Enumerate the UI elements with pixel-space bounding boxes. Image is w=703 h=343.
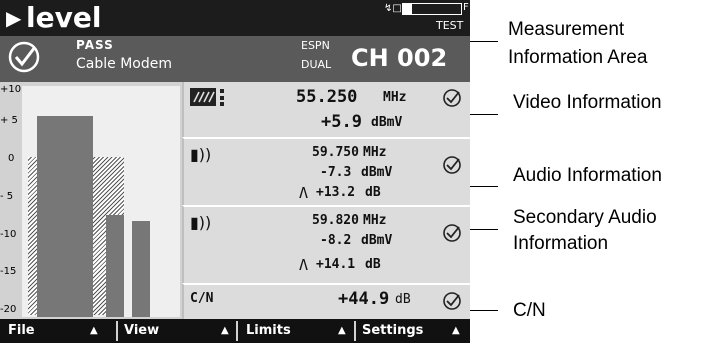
- callout-audio: Audio Information: [513, 165, 662, 186]
- y-tick-label: 0: [8, 153, 15, 164]
- sap-level: -8.2: [320, 233, 352, 248]
- audio-delta-unit: dB: [365, 185, 381, 200]
- callout-leader: [470, 186, 498, 187]
- test-label: TEST: [436, 19, 464, 32]
- sap-delta: +14.1: [316, 257, 356, 272]
- pass-check-icon: [8, 41, 40, 73]
- sap-frequency-unit: MHz: [363, 213, 387, 228]
- audio-frequency-unit: MHz: [363, 145, 387, 160]
- callout-measurement-line2: Information Area: [508, 47, 648, 68]
- callout-leader: [470, 114, 498, 115]
- cn-value: +44.9: [338, 289, 390, 309]
- channel-number: CH 002: [351, 44, 448, 72]
- cn-info-panel: C/N +44.9 dB: [182, 283, 470, 319]
- channel-mode: DUAL: [301, 58, 332, 71]
- softkey-view[interactable]: View: [124, 319, 159, 343]
- measurement-info-bar: PASS Cable Modem ESPN DUAL CH 002: [0, 36, 470, 82]
- audio-level-bar: [106, 214, 124, 317]
- battery-icon: [402, 3, 462, 15]
- callout-sap-line2: Information: [513, 233, 609, 254]
- screen-title: level: [26, 1, 102, 34]
- pass-check-icon: [443, 292, 461, 310]
- sap-delta-unit: dB: [365, 257, 381, 272]
- callout-video: Video Information: [513, 92, 662, 113]
- title-bar: ▶ level ↯□E F TEST: [0, 0, 470, 36]
- y-tick-label: -10: [0, 229, 17, 240]
- pass-check-icon: [443, 89, 461, 107]
- pass-check-icon: [443, 224, 461, 242]
- softkey-bar: File ▲ View ▲ Limits ▲ Settings ▲: [0, 319, 470, 343]
- audio-frequency: 59.750: [312, 145, 359, 160]
- audio-level: -7.3: [320, 165, 352, 180]
- sap-level-unit: dBmV: [361, 233, 393, 248]
- battery-fill: [403, 4, 412, 14]
- video-level: +5.9: [321, 112, 362, 132]
- delta-icon: Λ: [299, 184, 309, 202]
- callout-sap-line1: Secondary Audio: [513, 207, 657, 228]
- callout-leader: [470, 41, 498, 42]
- chevron-up-icon[interactable]: ▲: [338, 319, 346, 343]
- pass-check-icon: [443, 156, 461, 174]
- callout-measurement-line1: Measurement: [508, 19, 625, 40]
- video-signal-icon: [190, 88, 224, 106]
- delta-icon: Λ: [299, 256, 309, 274]
- level-bar-graph: +10 + 5 0 - 5 -10 -15 -20: [0, 82, 182, 319]
- play-arrow-icon: ▶: [6, 6, 22, 30]
- y-tick-label: + 5: [0, 115, 18, 126]
- cn-label: C/N: [190, 291, 214, 306]
- video-info-panel: 55.250 MHz +5.9 dBmV: [182, 82, 470, 137]
- sap-level-bar: [132, 221, 150, 317]
- softkey-divider: [354, 321, 356, 341]
- video-level-bar: [37, 116, 93, 317]
- softkey-divider: [236, 321, 238, 341]
- speaker-icon: ▮)): [190, 145, 212, 164]
- cn-unit: dB: [395, 292, 411, 307]
- result-status: PASS: [76, 38, 114, 52]
- battery-full-label: F: [463, 2, 469, 13]
- video-level-unit: dBmV: [371, 115, 403, 130]
- chevron-up-icon[interactable]: ▲: [221, 319, 229, 343]
- callout-leader: [470, 229, 498, 230]
- speaker-icon: ▮)): [190, 213, 212, 232]
- video-frequency: 55.250: [296, 87, 358, 107]
- sap-info-panel: ▮)) 59.820 MHz -8.2 dBmV Λ +14.1 dB: [182, 205, 470, 283]
- audio-info-panel: ▮)) 59.750 MHz -7.3 dBmV Λ +13.2 dB: [182, 137, 470, 205]
- softkey-divider: [116, 321, 118, 341]
- softkey-settings[interactable]: Settings: [362, 319, 423, 343]
- softkey-file[interactable]: File: [8, 319, 35, 343]
- device-type: Cable Modem: [76, 56, 172, 72]
- softkey-limits[interactable]: Limits: [246, 319, 291, 343]
- video-frequency-unit: MHz: [383, 90, 407, 105]
- chevron-up-icon[interactable]: ▲: [452, 319, 460, 343]
- y-tick-label: -15: [0, 266, 17, 277]
- y-tick-label: +10: [0, 84, 22, 95]
- sap-frequency: 59.820: [312, 213, 359, 228]
- chevron-up-icon[interactable]: ▲: [90, 319, 98, 343]
- y-tick-label: -20: [0, 304, 17, 315]
- plot-area: [22, 86, 180, 317]
- audio-level-unit: dBmV: [361, 165, 393, 180]
- audio-delta: +13.2: [316, 185, 356, 200]
- meter-screen: ▶ level ↯□E F TEST PASS Cable Modem ESPN…: [0, 0, 470, 343]
- channel-name: ESPN: [301, 39, 330, 52]
- callout-leader: [470, 310, 498, 311]
- callout-cn: C/N: [513, 300, 546, 321]
- y-tick-label: - 5: [0, 191, 14, 202]
